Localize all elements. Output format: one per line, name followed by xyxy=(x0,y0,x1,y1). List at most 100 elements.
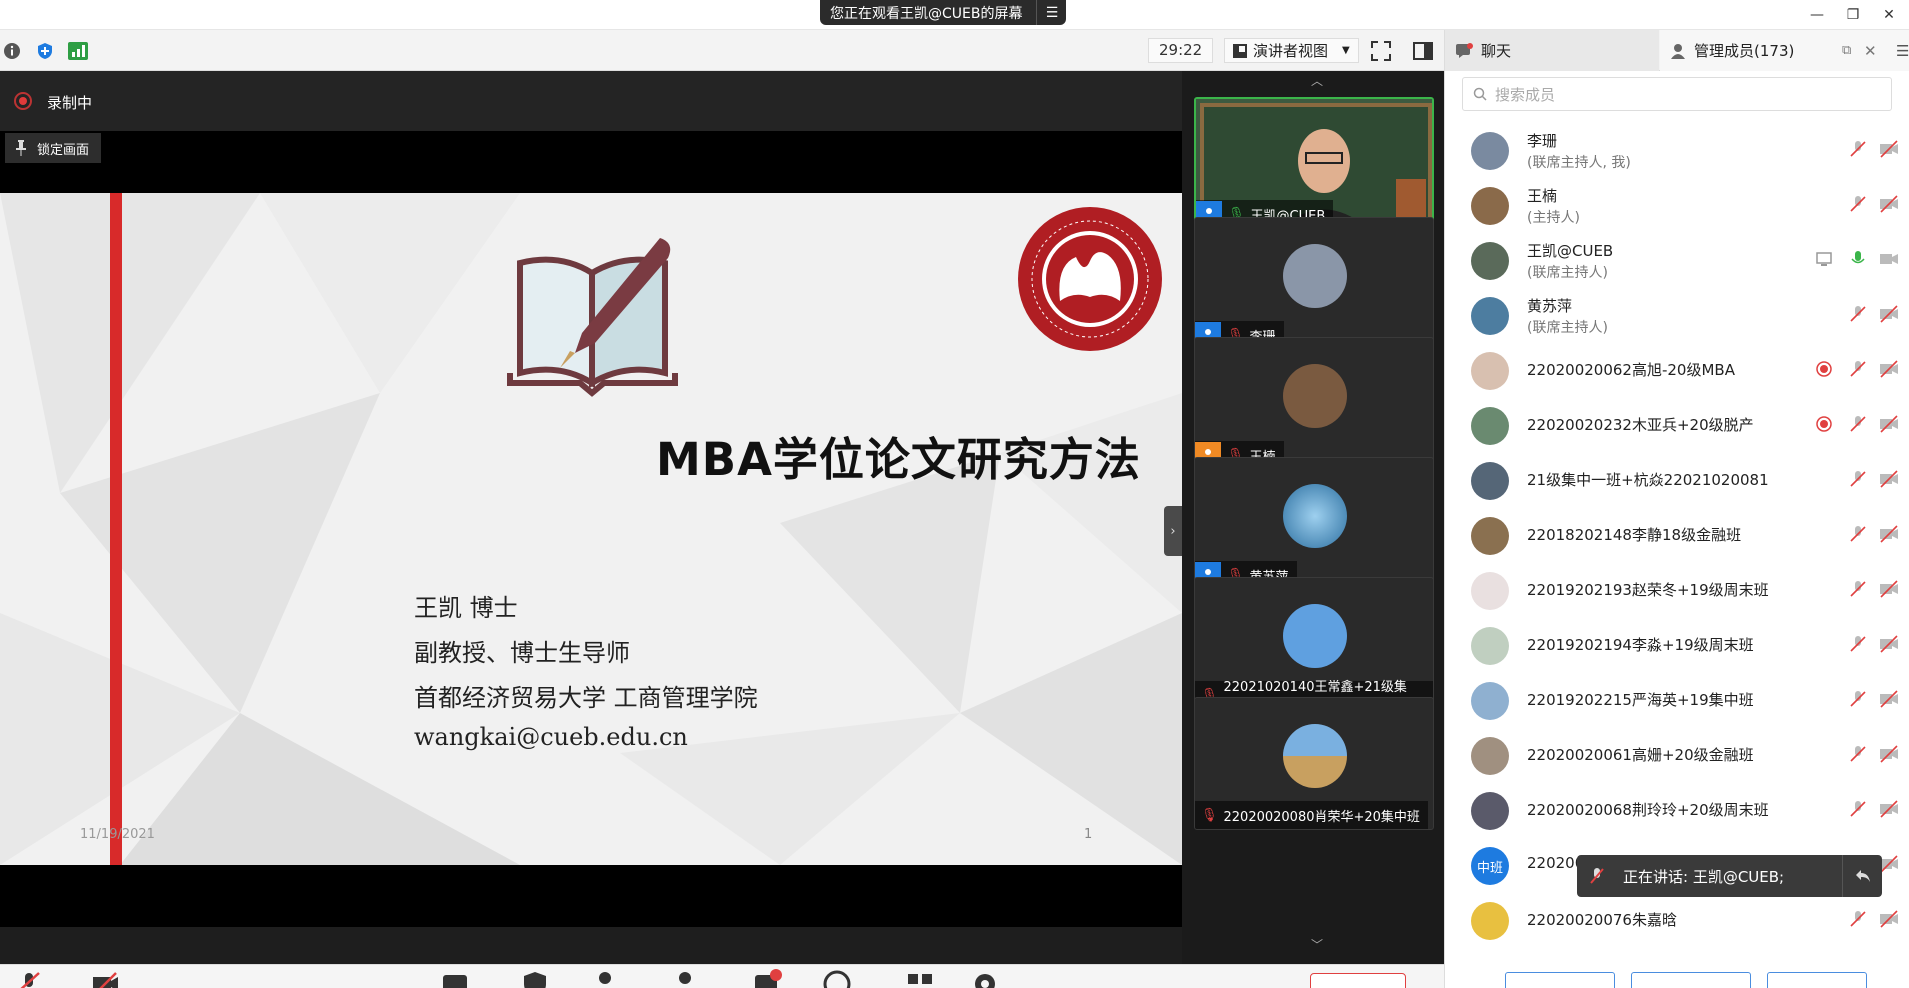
mic-muted-icon[interactable] xyxy=(1849,580,1869,600)
popout-icon[interactable]: ⧉ xyxy=(1842,43,1851,58)
share-screen-icon[interactable] xyxy=(440,969,470,988)
mic-on-icon[interactable] xyxy=(1849,250,1869,270)
member-name: 李珊 xyxy=(1527,132,1558,150)
video-tile[interactable]: 🎙 王楠 xyxy=(1194,337,1434,470)
member-name: 22019202194李淼+19级周末班 xyxy=(1527,636,1754,654)
settings-gear-icon[interactable] xyxy=(970,969,1000,988)
apps-icon[interactable] xyxy=(905,969,935,988)
video-off-icon[interactable] xyxy=(1879,470,1899,490)
mic-muted-icon[interactable] xyxy=(1849,470,1869,490)
video-off-icon[interactable] xyxy=(1879,635,1899,655)
avatar xyxy=(1471,297,1509,335)
network-quality-icon[interactable] xyxy=(68,41,88,61)
sidebar-toggle-icon[interactable] xyxy=(1412,40,1434,62)
video-on-icon[interactable] xyxy=(1879,250,1899,270)
mic-muted-icon[interactable] xyxy=(1849,910,1869,930)
slide-title: MBA学位论文研究方法 xyxy=(656,433,1141,486)
member-row[interactable]: 22019202194李淼+19级周末班 xyxy=(1445,617,1909,672)
member-row[interactable]: 22019202193赵荣冬+19级周末班 xyxy=(1445,562,1909,617)
member-row[interactable]: 22020020076朱嘉晗 xyxy=(1445,892,1909,947)
mic-muted-icon[interactable] xyxy=(1849,195,1869,215)
share-menu-icon[interactable]: ☰ xyxy=(1036,0,1066,25)
unmute-all-button[interactable] xyxy=(1631,972,1751,988)
video-tile[interactable]: 🎙 22021020140王常鑫+21级集中... xyxy=(1194,577,1434,710)
mic-muted-icon[interactable] xyxy=(1849,140,1869,160)
video-off-icon[interactable] xyxy=(1879,195,1899,215)
member-row[interactable]: 王凯@CUEB (联席主持人) xyxy=(1445,232,1909,287)
video-off-icon[interactable] xyxy=(1879,580,1899,600)
member-row[interactable]: 22019202215严海英+19集中班 xyxy=(1445,672,1909,727)
end-meeting-button[interactable] xyxy=(1310,973,1406,988)
tab-members-label: 管理成员(173) xyxy=(1694,42,1795,60)
mic-muted-icon[interactable] xyxy=(1849,690,1869,710)
video-off-icon[interactable] xyxy=(1879,855,1899,875)
member-row[interactable]: 王楠 (主持人) xyxy=(1445,177,1909,232)
member-row[interactable]: 22020020232木亚兵+20级脱产 xyxy=(1445,397,1909,452)
minimize-icon[interactable]: — xyxy=(1806,4,1828,26)
chat-icon[interactable] xyxy=(752,969,782,988)
search-icon xyxy=(1473,87,1487,101)
video-tile[interactable]: 🎙 22020020080肖荣华+20集中班 xyxy=(1194,697,1434,830)
avatar xyxy=(1471,187,1509,225)
presentation-slide: MBA学位论文研究方法 王凯 博士 副教授、博士生导师 首都经济贸易大学 工商管… xyxy=(0,193,1182,865)
mic-muted-icon[interactable] xyxy=(1849,415,1869,435)
mic-muted-icon[interactable] xyxy=(1849,305,1869,325)
video-off-icon[interactable] xyxy=(1879,525,1899,545)
mic-muted-icon[interactable] xyxy=(1849,360,1869,380)
member-search-input[interactable]: 搜索成员 xyxy=(1462,77,1892,111)
info-icon[interactable] xyxy=(2,41,22,61)
video-off-icon[interactable] xyxy=(1879,415,1899,435)
video-off-icon[interactable] xyxy=(1879,140,1899,160)
video-off-icon[interactable] xyxy=(1879,305,1899,325)
invite-icon[interactable] xyxy=(590,969,620,988)
security-shield-icon[interactable] xyxy=(35,41,55,61)
video-off-icon[interactable] xyxy=(1879,360,1899,380)
member-row[interactable]: 22020020062高旭-20级MBA xyxy=(1445,342,1909,397)
panel-menu-icon[interactable]: ☰ xyxy=(1896,42,1909,60)
close-panel-icon[interactable]: ✕ xyxy=(1864,42,1877,60)
view-mode-select[interactable]: 演讲者视图 ▼ xyxy=(1224,38,1359,63)
mic-muted-icon[interactable] xyxy=(1849,745,1869,765)
mic-muted-icon[interactable] xyxy=(1849,635,1869,655)
reply-icon[interactable] xyxy=(1842,855,1882,897)
member-row[interactable]: 21级集中一班+杭焱22021020081 xyxy=(1445,452,1909,507)
video-off-icon[interactable] xyxy=(1879,690,1899,710)
mic-muted-icon[interactable] xyxy=(1849,800,1869,820)
mic-muted-icon[interactable] xyxy=(1849,525,1869,545)
more-button[interactable] xyxy=(1767,972,1867,988)
member-name: 王楠 xyxy=(1527,187,1558,205)
member-name: 22020020076朱嘉晗 xyxy=(1527,911,1677,929)
security-icon[interactable] xyxy=(520,969,550,988)
side-panel: 聊天 管理成员(173) ⧉ ✕ ☰ 搜索成员 李珊 (联席主持人, 我) 王楠 (主… xyxy=(1444,30,1909,988)
video-off-icon[interactable] xyxy=(1879,800,1899,820)
collapse-strip-handle[interactable]: › xyxy=(1164,506,1182,556)
video-tile[interactable]: 🎙 王凯@CUEB xyxy=(1194,97,1434,230)
tab-chat[interactable]: 聊天 xyxy=(1445,30,1659,71)
record-icon[interactable] xyxy=(822,969,852,988)
fullscreen-icon[interactable] xyxy=(1370,40,1392,62)
member-row[interactable]: 22020020068荆玲玲+20级周末班 xyxy=(1445,782,1909,837)
close-window-icon[interactable]: ✕ xyxy=(1878,4,1900,26)
tab-members[interactable]: 管理成员(173) ⧉ ✕ ☰ xyxy=(1660,30,1909,71)
avatar xyxy=(1471,242,1509,280)
member-row[interactable]: 李珊 (联席主持人, 我) xyxy=(1445,122,1909,177)
member-row[interactable]: 黄苏萍 (联席主持人) xyxy=(1445,287,1909,342)
avatar xyxy=(1283,364,1347,428)
screen-share-banner[interactable]: 您正在观看王凯@CUEB的屏幕 ☰ xyxy=(820,0,1067,25)
stop-video-icon[interactable] xyxy=(90,969,120,988)
video-tile[interactable]: 🎙 李珊 xyxy=(1194,217,1434,350)
member-row[interactable]: 22018202148李静18级金融班 xyxy=(1445,507,1909,562)
scroll-down-icon[interactable]: ﹀ xyxy=(1307,937,1327,952)
video-off-icon[interactable] xyxy=(1879,745,1899,765)
lock-view-button[interactable]: 锁定画面 xyxy=(5,133,102,163)
avatar xyxy=(1471,627,1509,665)
member-row[interactable]: 22020020061高姗+20级金融班 xyxy=(1445,727,1909,782)
video-tile[interactable]: 🎙 黄苏萍 xyxy=(1194,457,1434,590)
restore-icon[interactable]: ❐ xyxy=(1842,4,1864,26)
participants-icon[interactable] xyxy=(670,969,700,988)
scroll-up-icon[interactable]: ︿ xyxy=(1307,73,1327,88)
mute-mic-icon[interactable] xyxy=(14,969,44,988)
video-off-icon[interactable] xyxy=(1879,910,1899,930)
recording-icon[interactable] xyxy=(14,92,32,110)
mute-all-button[interactable] xyxy=(1505,972,1615,988)
